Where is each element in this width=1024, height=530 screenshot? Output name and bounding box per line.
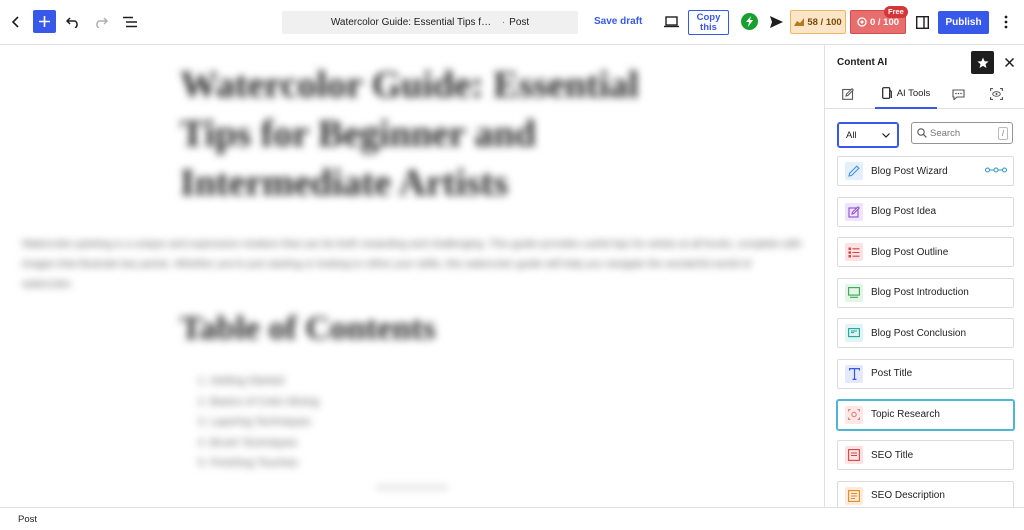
- editor-canvas[interactable]: Watercolor Guide: Essential Tips for Beg…: [0, 45, 824, 507]
- tool-blog-post-outline[interactable]: Blog Post Outline: [837, 237, 1014, 268]
- document-title-bar[interactable]: Watercolor Guide: Essential Tips for Beg…: [282, 11, 578, 34]
- seo-score-value: 58 / 100: [807, 16, 842, 28]
- close-sidebar-button[interactable]: [1001, 54, 1017, 70]
- edit-box-icon: [845, 202, 863, 221]
- star-icon: [976, 57, 989, 68]
- copy-this-button[interactable]: Copy this: [688, 10, 729, 35]
- conclusion-icon: [845, 324, 863, 343]
- document-overview-icon: [123, 16, 137, 28]
- toc-item[interactable]: Getting Started: [210, 371, 319, 392]
- seo-description-icon: [845, 486, 863, 505]
- ai-tools-icon: [881, 87, 892, 99]
- document-type: Post: [509, 17, 530, 28]
- seo-title-icon: [845, 446, 863, 465]
- toc-item[interactable]: Brush Techniques: [210, 433, 319, 454]
- research-icon: [845, 405, 863, 424]
- plus-icon: [39, 16, 50, 27]
- pin-sidebar-button[interactable]: [971, 51, 994, 74]
- pencil-icon: [845, 162, 863, 180]
- tab-ai-tools[interactable]: AI Tools: [875, 79, 937, 109]
- document-title-separator: ·: [501, 17, 506, 28]
- tool-label: Blog Post Wizard: [871, 165, 948, 177]
- tool-blog-post-introduction[interactable]: Blog Post Introduction: [837, 277, 1014, 308]
- score-circle-icon: [857, 17, 867, 27]
- preview-icon: [663, 16, 679, 28]
- toc-list[interactable]: Getting Started Basics of Color Mixing L…: [198, 371, 319, 474]
- back-icon[interactable]: [6, 11, 26, 33]
- sidebar-toggle-button[interactable]: [912, 11, 932, 33]
- publish-button[interactable]: Publish: [938, 11, 989, 34]
- chat-icon: [951, 88, 965, 100]
- tool-seo-title[interactable]: SEO Title: [837, 440, 1014, 471]
- outline-list-icon: [845, 243, 863, 262]
- footer-breadcrumb[interactable]: Post: [18, 514, 37, 525]
- separator-block[interactable]: [376, 486, 448, 489]
- tool-blog-post-conclusion[interactable]: Blog Post Conclusion: [837, 318, 1014, 349]
- send-icon[interactable]: [766, 11, 786, 33]
- tool-blog-post-wizard[interactable]: Blog Post Wizard: [837, 156, 1014, 186]
- content-ai-score-value: 0 / 100: [869, 16, 900, 28]
- status-footer: Post: [0, 507, 1024, 530]
- tab-chat[interactable]: [949, 79, 967, 109]
- tool-topic-research[interactable]: Topic Research: [837, 399, 1014, 430]
- tool-seo-description[interactable]: SEO Description: [837, 480, 1014, 507]
- free-badge: Free: [884, 6, 908, 18]
- chevron-down-icon: [882, 132, 890, 138]
- content-ai-sidebar: Content AI AI Tools All /: [824, 45, 1024, 507]
- scan-eye-icon: [989, 88, 1003, 100]
- more-options-icon: [1004, 15, 1008, 29]
- toc-item[interactable]: Basics of Color Mixing: [210, 392, 319, 413]
- tool-blog-post-idea[interactable]: Blog Post Idea: [837, 196, 1014, 227]
- toc-heading[interactable]: Table of Contents: [180, 310, 436, 348]
- post-title[interactable]: Watercolor Guide: Essential Tips for Beg…: [180, 61, 650, 208]
- tab-scan[interactable]: [987, 79, 1005, 109]
- tool-label: Post Title: [871, 368, 913, 380]
- sidebar-tabs: AI Tools: [825, 79, 1024, 109]
- redo-button[interactable]: [91, 11, 111, 33]
- tool-search-input[interactable]: [930, 127, 992, 139]
- text-title-icon: [845, 364, 863, 383]
- save-draft-button[interactable]: Save draft: [594, 16, 642, 27]
- tool-post-title[interactable]: Post Title: [837, 358, 1014, 389]
- search-shortcut-key: /: [998, 127, 1008, 140]
- tool-filter-value: All: [846, 129, 857, 141]
- redo-icon: [96, 17, 108, 28]
- chart-icon: [794, 18, 805, 26]
- close-icon: [1004, 57, 1014, 67]
- sidebar-toggle-icon: [915, 15, 929, 29]
- undo-button[interactable]: [63, 11, 83, 33]
- intro-icon: [845, 283, 863, 302]
- tab-ai-tools-label: AI Tools: [896, 87, 931, 99]
- more-options-button[interactable]: [998, 11, 1014, 33]
- toc-item[interactable]: Finishing Touches: [210, 453, 319, 474]
- copy-this-line2: this: [700, 22, 717, 33]
- tool-label: SEO Title: [871, 449, 914, 461]
- undo-icon: [66, 17, 78, 28]
- tool-label: Topic Research: [871, 409, 940, 421]
- ai-tools-list: Blog Post Wizard Blog Post Idea Blog Pos…: [837, 156, 1014, 507]
- tool-label: Blog Post Idea: [871, 206, 937, 218]
- add-block-button[interactable]: [33, 10, 56, 33]
- tool-label: Blog Post Introduction: [871, 287, 969, 299]
- tool-filter-select[interactable]: All: [837, 122, 899, 148]
- workflow-icon: [985, 166, 1007, 177]
- intro-paragraph[interactable]: Watercolor painting is a unique and expr…: [22, 234, 802, 294]
- tool-search[interactable]: /: [911, 122, 1013, 144]
- search-icon: [917, 128, 927, 138]
- seo-score-badge[interactable]: 58 / 100: [790, 10, 846, 34]
- tool-label: Blog Post Outline: [871, 246, 949, 258]
- edit-icon: [842, 88, 854, 100]
- toc-item[interactable]: Layering Techniques: [210, 412, 319, 433]
- tool-label: Blog Post Conclusion: [871, 327, 967, 339]
- document-title: Watercolor Guide: Essential Tips for Beg…: [330, 17, 496, 28]
- preview-button[interactable]: [661, 11, 681, 33]
- tab-edit[interactable]: [839, 79, 857, 109]
- tool-label: SEO Description: [871, 490, 945, 502]
- document-overview-button[interactable]: [120, 11, 140, 33]
- editor-toolbar: Watercolor Guide: Essential Tips for Beg…: [0, 0, 1024, 45]
- bolt-icon[interactable]: [741, 13, 758, 30]
- sidebar-title: Content AI: [837, 57, 888, 68]
